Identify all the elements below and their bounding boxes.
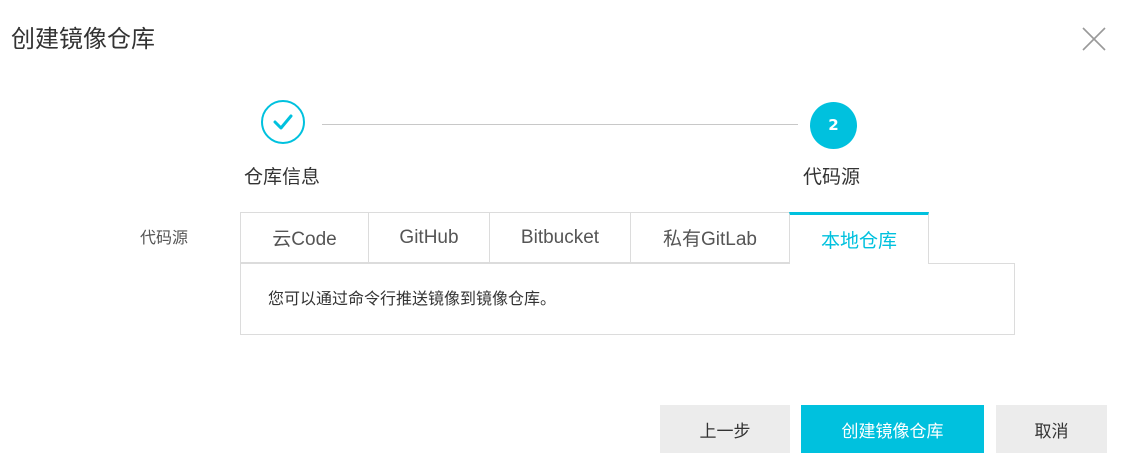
create-repo-button[interactable]: 创建镜像仓库 (801, 405, 984, 453)
panel-description: 您可以通过命令行推送镜像到镜像仓库。 (268, 289, 557, 308)
tab-panel: 您可以通过命令行推送镜像到镜像仓库。 (240, 263, 1015, 335)
step-1-label: 仓库信息 (244, 166, 321, 188)
tab-private-gitlab[interactable]: 私有GitLab (630, 212, 789, 263)
tab-github[interactable]: GitHub (368, 212, 489, 263)
step-1-indicator (261, 100, 305, 144)
cancel-button[interactable]: 取消 (996, 405, 1107, 453)
tab-bitbucket[interactable]: Bitbucket (489, 212, 630, 263)
source-field-label: 代码源 (140, 228, 189, 247)
previous-step-button[interactable]: 上一步 (660, 405, 790, 453)
check-icon (273, 114, 293, 130)
step-2-label: 代码源 (803, 166, 861, 188)
tab-cloud-code[interactable]: 云Code (240, 212, 368, 263)
tab-local-repo[interactable]: 本地仓库 (789, 212, 929, 264)
source-tabs: 云Code GitHub Bitbucket 私有GitLab 本地仓库 (240, 212, 929, 264)
step-2-indicator: 2 (810, 102, 857, 149)
close-icon[interactable] (1079, 24, 1109, 54)
stepper-connector (322, 124, 798, 125)
dialog-title: 创建镜像仓库 (11, 25, 155, 53)
create-repo-dialog: 创建镜像仓库 2 仓库信息 代码源 代码源 云Code GitHub Bitbu… (0, 0, 1124, 475)
